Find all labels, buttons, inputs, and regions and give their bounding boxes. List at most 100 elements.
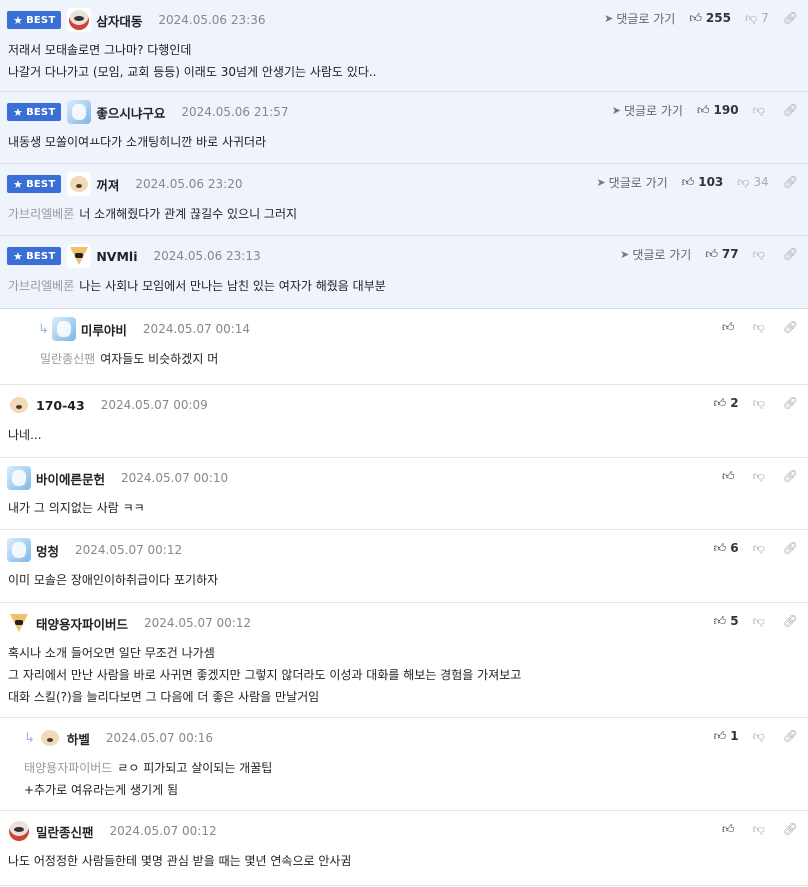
- downvote-button[interactable]: 👎︎: [753, 320, 769, 335]
- reply-arrow-icon: ↳: [24, 730, 35, 746]
- comment-text: 혹시나 소개 들어오면 일단 무조건 나가셈: [8, 646, 215, 660]
- comment-actions: 👍︎ 👎︎ 🔗︎: [722, 318, 798, 336]
- nickname[interactable]: 삼자대동: [96, 11, 142, 30]
- nickname[interactable]: 꺼져: [96, 175, 119, 194]
- thumbs-down-icon: 👎︎: [752, 613, 765, 628]
- avatar[interactable]: [51, 317, 76, 341]
- thumbs-down-icon: 👎︎: [752, 468, 765, 483]
- downvote-button[interactable]: 👎︎: [753, 822, 769, 837]
- upvote-button[interactable]: 👍︎ 2: [714, 396, 739, 411]
- comment-line: 밀란종신팬 여자들도 비슷하겠지 머: [40, 348, 218, 370]
- link-icon[interactable]: 🔗︎: [783, 396, 798, 410]
- downvote-button[interactable]: 👎︎: [753, 469, 769, 484]
- avatar[interactable]: [7, 819, 31, 843]
- star-icon: ★: [13, 105, 24, 119]
- paper-plane-icon: ➤: [620, 247, 630, 261]
- thumbs-down-icon: 👎︎: [752, 102, 765, 117]
- mention-name[interactable]: 가브리엘베론: [8, 279, 74, 293]
- upvote-button[interactable]: 👍︎ 255: [689, 11, 731, 26]
- nickname[interactable]: 밀란종신팬: [36, 822, 94, 841]
- avatar[interactable]: [67, 100, 92, 124]
- thumbs-down-icon: 👎︎: [744, 10, 758, 25]
- upvote-button[interactable]: 👍︎ 77: [705, 247, 738, 262]
- downvote-button[interactable]: 👎︎ 34: [737, 175, 768, 190]
- upvote-button[interactable]: 👍︎ 103: [682, 175, 724, 190]
- comment-body: 혹시나 소개 들어오면 일단 무조건 나가셈 그 자리에서 만난 사람을 바로 사…: [8, 642, 521, 708]
- link-icon[interactable]: 🔗︎: [783, 469, 798, 483]
- comment-text: 나도 어정정한 사람들한테 몇명 관심 받을 때는 몇년 연속으로 안사귐: [8, 854, 352, 868]
- avatar[interactable]: [7, 538, 31, 562]
- avatar[interactable]: [67, 8, 92, 32]
- link-icon[interactable]: 🔗︎: [783, 320, 798, 334]
- goto-comment-link[interactable]: ➤ 댓글로 가기: [620, 246, 691, 263]
- avatar[interactable]: [7, 611, 31, 635]
- best-badge: ★ BEST: [7, 11, 62, 29]
- downvote-button[interactable]: 👎︎: [753, 396, 769, 411]
- avatar[interactable]: [7, 466, 31, 490]
- nickname[interactable]: 멍청: [36, 541, 59, 560]
- comment-item: 바이에른문헌 2024.05.07 00:10 👍︎ 👎︎ 🔗︎ 내가 그 의지없는 사람…: [0, 458, 808, 530]
- comment-body: 밀란종신팬 여자들도 비슷하겠지 머: [40, 348, 218, 370]
- nickname[interactable]: 170-43: [36, 398, 85, 413]
- avatar[interactable]: [67, 172, 92, 196]
- comment-actions: ➤ 댓글로 가기 👍︎ 255 👎︎ 7 🔗︎: [604, 9, 798, 27]
- mention-name[interactable]: 가브리엘베론: [8, 207, 74, 221]
- mention-name[interactable]: 밀란종신팬: [40, 352, 95, 366]
- avatar[interactable]: [7, 393, 31, 417]
- comment-line: 나갈거 다나가고 (모임, 교회 등등) 이래도 30넘게 안생기는 사람도 있…: [8, 61, 377, 83]
- downvote-button[interactable]: 👎︎: [753, 103, 769, 118]
- comment-actions: 👍︎ 6 👎︎ 🔗︎: [714, 539, 798, 557]
- downvote-button[interactable]: 👎︎: [753, 614, 769, 629]
- goto-comment-link[interactable]: ➤ 댓글로 가기: [604, 10, 675, 27]
- comment-text: 너 소개해줬다가 관계 끊길수 있으니 그러지: [79, 207, 298, 221]
- nickname[interactable]: 태양용자파이버드: [36, 614, 128, 633]
- downvote-button[interactable]: 👎︎: [753, 247, 769, 262]
- link-icon[interactable]: 🔗︎: [783, 822, 798, 836]
- goto-label: 댓글로 가기: [623, 103, 683, 118]
- goto-comment-link[interactable]: ➤ 댓글로 가기: [612, 102, 683, 119]
- upvote-button[interactable]: 👍︎ 6: [714, 541, 739, 556]
- upvote-count: 5: [730, 614, 739, 628]
- comment-header: 멍청 2024.05.07 00:12: [7, 538, 182, 562]
- goto-label: 댓글로 가기: [616, 11, 676, 26]
- thumbs-down-icon: 👎︎: [752, 540, 765, 555]
- nickname[interactable]: 미루야비: [81, 320, 127, 339]
- upvote-button[interactable]: 👍︎: [722, 320, 739, 335]
- link-icon[interactable]: 🔗︎: [783, 729, 798, 743]
- comment-item: ★ BEST 꺼져 2024.05.06 23:20 ➤ 댓글로 가기 👍︎ 103 👎︎ 34 🔗…: [0, 164, 808, 236]
- comment-text: 나네...: [8, 428, 42, 442]
- upvote-button[interactable]: 👍︎: [722, 469, 739, 484]
- comment-item: 멍청 2024.05.07 00:12 👍︎ 6 👎︎ 🔗︎ 이미 모솔은 장애인이하취급이…: [0, 530, 808, 603]
- comment-body: 저래서 모태솔로면 그나마? 다행인데 나갈거 다나가고 (모임, 교회 등등) …: [8, 39, 377, 83]
- downvote-button[interactable]: 👎︎: [753, 541, 769, 556]
- thumbs-down-icon: 👎︎: [752, 319, 765, 334]
- comment-body: 이미 모솔은 장애인이하취급이다 포기하자: [8, 569, 218, 591]
- upvote-button[interactable]: 👍︎ 190: [697, 103, 739, 118]
- nickname[interactable]: 바이에른문헌: [36, 469, 105, 488]
- avatar[interactable]: [67, 244, 92, 268]
- upvote-button[interactable]: 👍︎: [722, 822, 739, 837]
- goto-comment-link[interactable]: ➤ 댓글로 가기: [596, 174, 667, 191]
- link-icon[interactable]: 🔗︎: [783, 103, 798, 117]
- nickname[interactable]: NVMli: [96, 249, 137, 264]
- comment-actions: 👍︎ 1 👎︎ 🔗︎: [714, 727, 798, 745]
- mention-name[interactable]: 태양용자파이버드: [24, 761, 112, 775]
- link-icon[interactable]: 🔗︎: [783, 614, 798, 628]
- upvote-button[interactable]: 👍︎ 5: [714, 614, 739, 629]
- thumbs-up-icon: 👍︎: [705, 246, 718, 261]
- upvote-count: 6: [730, 541, 739, 555]
- link-icon[interactable]: 🔗︎: [783, 175, 798, 189]
- best-badge: ★ BEST: [7, 247, 62, 265]
- link-icon[interactable]: 🔗︎: [783, 247, 798, 261]
- nickname[interactable]: 좋으시냐구요: [96, 103, 165, 122]
- link-icon[interactable]: 🔗︎: [783, 11, 798, 25]
- upvote-button[interactable]: 👍︎ 1: [714, 729, 739, 744]
- nickname[interactable]: 하벨: [67, 729, 90, 748]
- downvote-button[interactable]: 👎︎ 7: [745, 11, 769, 26]
- paper-plane-icon: ➤: [596, 175, 606, 189]
- avatar[interactable]: [37, 726, 62, 750]
- downvote-button[interactable]: 👎︎: [753, 729, 769, 744]
- link-icon[interactable]: 🔗︎: [783, 541, 798, 555]
- star-icon: ★: [13, 177, 24, 191]
- comment-actions: 👍︎ 2 👎︎ 🔗︎: [714, 394, 798, 412]
